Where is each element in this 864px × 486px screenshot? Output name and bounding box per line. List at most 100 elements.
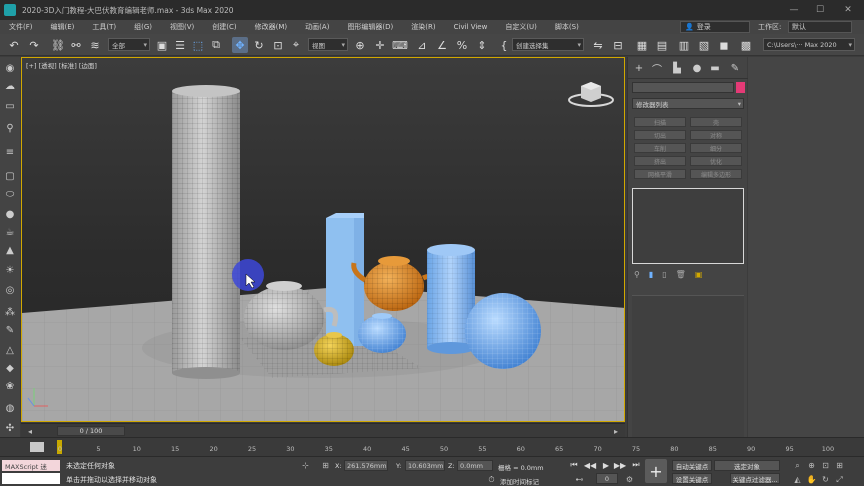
menu-group[interactable]: 组(G) xyxy=(125,22,161,32)
pan-icon[interactable]: ✋ xyxy=(806,474,817,485)
set-key-icon[interactable]: + xyxy=(645,459,667,483)
scene-explorer-icon[interactable]: ▦ xyxy=(634,37,650,53)
time-config-icon[interactable]: ⚙ xyxy=(624,474,635,485)
maxscript-listener[interactable]: MAXScript 迷 xyxy=(2,460,60,471)
keyboard-shortcut-icon[interactable]: ⌨ xyxy=(392,37,408,53)
modifier-sweep-button[interactable]: 扫描 xyxy=(634,117,686,127)
selection-filter-select[interactable]: 全部 xyxy=(108,38,150,51)
brush-icon[interactable]: ✎ xyxy=(2,323,18,337)
modifier-lathe-button[interactable]: 车削 xyxy=(634,143,686,153)
modify-tab-icon[interactable]: ⌒ xyxy=(650,61,664,76)
menu-file[interactable]: 文件(F) xyxy=(0,22,42,32)
close-button[interactable]: ✕ xyxy=(836,0,860,20)
menu-tools[interactable]: 工具(T) xyxy=(83,22,125,32)
mirror-icon[interactable]: ⇋ xyxy=(590,37,606,53)
teapot-icon[interactable]: ☕ xyxy=(2,225,18,239)
zoom-icon[interactable]: ⌕ xyxy=(792,460,803,471)
minimize-button[interactable]: — xyxy=(782,0,806,20)
window-crossing-icon[interactable]: ⧉ xyxy=(208,37,224,53)
maxscript-input[interactable] xyxy=(2,473,60,484)
make-unique-icon[interactable]: ▯ xyxy=(662,270,666,279)
create-tab-icon[interactable]: + xyxy=(632,61,646,75)
modifier-symmetry-button[interactable]: 对称 xyxy=(690,130,742,140)
menu-scripting[interactable]: 脚本(S) xyxy=(546,22,588,32)
globe-icon[interactable]: ◍ xyxy=(2,401,18,415)
current-frame-field[interactable]: 0 xyxy=(596,473,618,484)
schematic-view-icon[interactable]: ▧ xyxy=(696,37,712,53)
utilities-tab-icon[interactable]: ✎ xyxy=(728,61,742,75)
play-icon[interactable]: ▶ xyxy=(600,459,612,471)
pivot-center-icon[interactable]: ⊕ xyxy=(352,37,368,53)
next-frame-icon[interactable]: ▶▶ xyxy=(614,459,626,471)
select-object-icon[interactable]: ▣ xyxy=(154,37,170,53)
rect-selection-icon[interactable]: ⬚ xyxy=(190,37,206,53)
perspective-viewport[interactable]: [+] [透视] [标准] [边面] xyxy=(21,57,625,422)
zoom-extents-all-icon[interactable]: ⊞ xyxy=(834,460,845,471)
previous-frame-icon[interactable]: ◀◀ xyxy=(584,459,596,471)
material-editor-icon[interactable]: ◼ xyxy=(716,37,732,53)
maximize-viewport-icon[interactable]: ⤢ xyxy=(834,474,845,485)
menu-modifiers[interactable]: 修改器(M) xyxy=(246,22,297,32)
hierarchy-tab-icon[interactable]: ▙ xyxy=(670,61,684,75)
time-slider[interactable]: ◂ 0 / 100 ▸ xyxy=(21,423,625,437)
select-move-icon[interactable]: ✥ xyxy=(232,37,248,53)
spinner-snap-icon[interactable]: ⇕ xyxy=(474,37,490,53)
modifier-subdivide-button[interactable]: 细分 xyxy=(690,143,742,153)
motion-tab-icon[interactable]: ● xyxy=(690,61,704,75)
selected-objects-select[interactable]: 选定对象 xyxy=(714,460,780,471)
zoom-extents-icon[interactable]: ⊡ xyxy=(820,460,831,471)
remove-modifier-icon[interactable]: 🗑 xyxy=(676,270,686,279)
menu-create[interactable]: 创建(C) xyxy=(203,22,245,32)
cone-icon[interactable]: ▲ xyxy=(2,243,18,257)
percent-snap-icon[interactable]: % xyxy=(454,37,470,53)
manipulate-icon[interactable]: ✛ xyxy=(372,37,388,53)
viewcube-icon[interactable] xyxy=(567,76,615,110)
layers-icon[interactable]: ≡ xyxy=(2,145,18,159)
pyramid-icon[interactable]: △ xyxy=(2,343,18,357)
named-selection-select[interactable]: 创建选择集 xyxy=(512,38,584,51)
link-icon[interactable]: ⛓ xyxy=(50,37,66,53)
absolute-mode-icon[interactable]: ⊞ xyxy=(320,460,331,471)
orbit-icon[interactable]: ↻ xyxy=(820,474,831,485)
redo-icon[interactable]: ↷ xyxy=(26,37,42,53)
edit-named-selection-icon[interactable]: { xyxy=(496,37,512,53)
viewport-label[interactable]: [+] [透视] [标准] [边面] xyxy=(26,60,97,70)
sphere-icon[interactable]: ● xyxy=(2,207,18,221)
x-coordinate-field[interactable]: 261.576mm xyxy=(344,460,388,471)
time-next-icon[interactable]: ▸ xyxy=(611,426,621,436)
z-coordinate-field[interactable]: 0.0mm xyxy=(457,460,493,471)
object-name-field[interactable] xyxy=(632,82,734,93)
plant-icon[interactable]: ❀ xyxy=(2,379,18,393)
align-icon[interactable]: ⊟ xyxy=(610,37,626,53)
snaps-toggle-icon[interactable]: ⊿ xyxy=(414,37,430,53)
frame-counter[interactable]: 0 / 100 xyxy=(57,426,125,436)
select-scale-icon[interactable]: ⊡ xyxy=(270,37,286,53)
render-setup-icon[interactable]: ▩ xyxy=(738,37,754,53)
reference-coordinate-select[interactable]: 视图 xyxy=(308,38,348,51)
sun-icon[interactable]: ☀ xyxy=(2,263,18,277)
object-color-swatch[interactable] xyxy=(736,82,745,93)
time-prev-icon[interactable]: ◂ xyxy=(25,426,35,436)
workspace-select[interactable]: 默认 xyxy=(788,21,852,33)
torus-icon[interactable]: ◎ xyxy=(2,283,18,297)
menu-edit[interactable]: 编辑(E) xyxy=(42,22,84,32)
auto-key-button[interactable]: 自动关键点 xyxy=(672,460,712,471)
bind-space-warp-icon[interactable]: ≋ xyxy=(87,37,103,53)
modifier-meshsmooth-button[interactable]: 网格平滑 xyxy=(634,169,686,179)
cloud-icon[interactable]: ☁ xyxy=(2,79,18,93)
modifier-list-select[interactable]: 修改器列表 xyxy=(632,98,744,109)
login-dropdown[interactable]: 👤 登录 xyxy=(680,21,750,33)
key-filters-button[interactable]: 关键点过滤器... xyxy=(730,473,780,484)
menu-civil-view[interactable]: Civil View xyxy=(445,23,497,31)
modifier-edit-poly-button[interactable]: 编辑多边形 xyxy=(690,169,742,179)
add-time-tag-label[interactable]: 添加时间标记 xyxy=(500,476,539,486)
explorer-icon[interactable]: ◉ xyxy=(2,61,18,75)
menu-rendering[interactable]: 渲染(R) xyxy=(402,22,444,32)
go-to-start-icon[interactable]: ⏮ xyxy=(568,459,580,471)
set-key-button[interactable]: 设置关键点 xyxy=(672,473,712,484)
select-by-name-icon[interactable]: ☰ xyxy=(172,37,188,53)
placement-icon[interactable]: ⌖ xyxy=(288,37,304,53)
time-tag-icon[interactable]: ⏱ xyxy=(486,474,497,485)
modifier-optimize-button[interactable]: 优化 xyxy=(690,156,742,166)
modifier-extrude-button[interactable]: 挤出 xyxy=(634,156,686,166)
